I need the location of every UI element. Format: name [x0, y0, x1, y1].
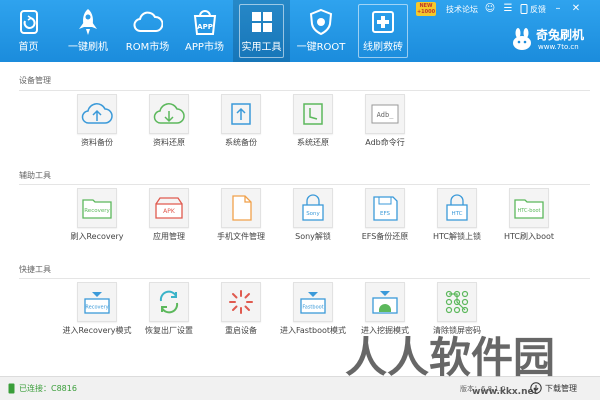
section-title-device: 设备管理: [19, 76, 51, 85]
cloud-upload-icon: [77, 94, 117, 134]
nav-tools[interactable]: 实用工具: [233, 0, 290, 62]
phone-icon: [520, 4, 528, 14]
nav-label: 一键ROOT: [296, 42, 346, 53]
brand: 奇兔刷机 www.7to.cn: [510, 26, 600, 56]
phone-connected-icon: [8, 383, 15, 394]
efs-disk-icon: EFS: [365, 188, 405, 228]
home-icon: [19, 10, 38, 34]
apk-tray-icon: APK: [149, 188, 189, 228]
watermark-text: 人人软件园: [345, 333, 555, 382]
connection-status: 已连接：C8816: [8, 383, 77, 394]
cloud-icon: [133, 11, 163, 32]
nav-label: APP市场: [185, 42, 224, 53]
nav-label: 实用工具: [241, 42, 282, 53]
tool-data-backup[interactable]: 资料备份: [62, 94, 132, 154]
top-links: 技术论坛 ☺ ☰ 反馈 – ✕: [446, 3, 582, 15]
top-bar: 首页 一键刷机 ROM市场 APP APP市场 实用工具 一键ROOT 线刷救砖…: [0, 0, 600, 62]
nav-app[interactable]: APP APP市场: [176, 0, 233, 62]
icon-text: APK: [163, 208, 176, 215]
tool-app-manager[interactable]: APK 应用管理: [134, 188, 204, 248]
app-bag-icon: APP: [193, 10, 216, 35]
divider: [19, 90, 590, 91]
tool-factory-reset[interactable]: 恢复出厂设置: [134, 282, 204, 342]
recovery-folder-icon: Recovery: [77, 188, 117, 228]
tool-enter-recovery[interactable]: Recovery 进入Recovery模式: [62, 282, 132, 342]
svg-text:APP: APP: [197, 23, 213, 31]
htc-boot-folder-icon: HTC-boot: [509, 188, 549, 228]
nav-rom[interactable]: ROM市场: [119, 0, 176, 62]
close-icon[interactable]: ✕: [570, 3, 582, 15]
grid-icon: [251, 12, 272, 32]
system-backup-icon: [221, 94, 261, 134]
watermark-url: www.kkx.net: [472, 387, 538, 397]
icon-text: Recovery: [84, 208, 110, 214]
tool-flash-recovery[interactable]: Recovery 刷入Recovery: [62, 188, 132, 248]
htc-lock-icon: HTC: [437, 188, 477, 228]
nav-label: 一键刷机: [68, 42, 108, 53]
tool-label: Adb命令行: [365, 138, 405, 147]
shield-icon: [309, 8, 333, 36]
divider: [19, 184, 590, 185]
cloud-download-icon: [149, 94, 189, 134]
new-badge: NEW +1000: [416, 2, 436, 16]
icon-text: Adb_: [377, 111, 395, 119]
tool-sony-unlock[interactable]: Sony Sony解锁: [278, 188, 348, 248]
reboot-icon: [221, 282, 261, 322]
menu-icon[interactable]: ☰: [502, 3, 514, 15]
rabbit-logo-icon: [513, 28, 531, 50]
new-badge-count: +1000: [416, 9, 436, 15]
recovery-mode-icon: Recovery: [77, 282, 117, 322]
brand-name: 奇兔刷机: [536, 28, 585, 42]
forum-link[interactable]: 技术论坛: [446, 4, 478, 15]
nav-rescue[interactable]: 线刷救砖: [352, 0, 414, 62]
file-icon: [221, 188, 261, 228]
tool-adb-shell[interactable]: Adb_ Adb命令行: [350, 94, 420, 154]
factory-reset-icon: [149, 282, 189, 322]
tool-efs-backup[interactable]: EFS EFS备份还原: [350, 188, 420, 248]
system-restore-icon: [293, 94, 333, 134]
tool-data-restore[interactable]: 资料还原: [134, 94, 204, 154]
divider: [19, 278, 590, 279]
nav-root[interactable]: 一键ROOT: [290, 0, 352, 62]
tool-file-manager[interactable]: 手机文件管理: [206, 188, 276, 248]
icon-text: EFS: [380, 211, 391, 217]
connection-text: 已连接：C8816: [19, 384, 77, 393]
nav-label: 线刷救砖: [363, 42, 403, 53]
tool-htc-lock[interactable]: HTC HTC解锁上锁: [422, 188, 492, 248]
brand-url: www.7to.cn: [538, 43, 579, 51]
feedback-label: 反馈: [530, 4, 546, 14]
tool-system-restore[interactable]: 系统还原: [278, 94, 348, 154]
section-title-shortcuts: 快捷工具: [19, 265, 51, 274]
first-aid-icon: [372, 11, 394, 33]
rocket-icon: [79, 9, 97, 35]
feedback-link[interactable]: 反馈: [520, 4, 546, 15]
adb-terminal-icon: Adb_: [365, 94, 405, 134]
minimize-icon[interactable]: –: [552, 3, 564, 15]
icon-text: HTC-boot: [517, 208, 540, 214]
nav-label: ROM市场: [125, 42, 170, 53]
nav-label: 首页: [18, 42, 39, 53]
icon-text: HTC: [451, 211, 462, 217]
sony-lock-icon: Sony: [293, 188, 333, 228]
section-title-auxiliary: 辅助工具: [19, 171, 51, 180]
tool-label: HTC刷入boot: [503, 232, 555, 241]
tool-system-backup[interactable]: 系统备份: [206, 94, 276, 154]
icon-text: Recovery: [85, 305, 108, 311]
tool-htc-boot[interactable]: HTC-boot HTC刷入boot: [494, 188, 564, 248]
skin-icon[interactable]: ☺: [484, 3, 496, 15]
tool-reboot[interactable]: 重启设备: [206, 282, 276, 342]
main-nav: 首页 一键刷机 ROM市场 APP APP市场 实用工具 一键ROOT 线刷救砖: [0, 0, 414, 62]
nav-home[interactable]: 首页: [0, 0, 57, 62]
watermark: 人人软件园 www.kkx.net: [345, 333, 555, 397]
nav-flash[interactable]: 一键刷机: [57, 0, 119, 62]
icon-text: Sony: [306, 211, 320, 217]
